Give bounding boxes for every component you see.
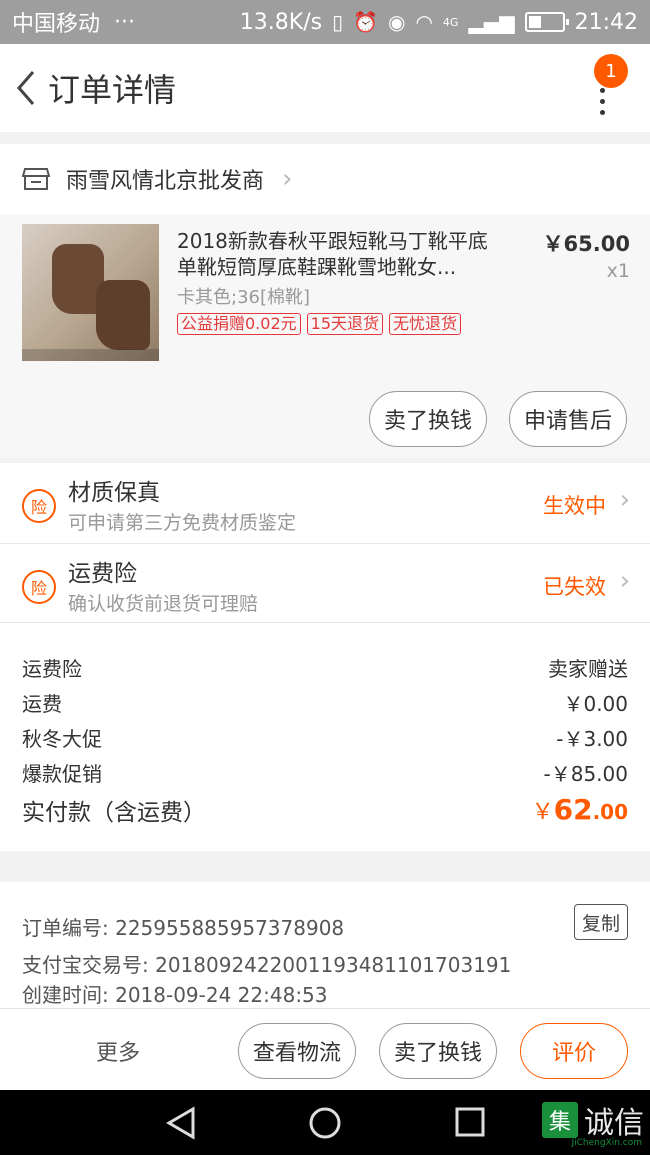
total-currency: ￥ <box>531 800 554 825</box>
total-row: 实付款（含运费） ￥62.00 <box>22 793 628 827</box>
summary-label: 爆款促销 <box>22 762 102 786</box>
back-button[interactable] <box>6 44 46 132</box>
watermark-url: JiChengXin.com <box>571 1138 642 1148</box>
shop-name: 雨雪风情北京批发商 <box>66 169 265 194</box>
nav-back-icon[interactable] <box>165 1106 197 1140</box>
summary-value: -￥85.00 <box>543 762 628 786</box>
summary-label: 秋冬大促 <box>22 727 102 751</box>
total-price: ￥62.00 <box>532 793 628 827</box>
copy-button[interactable]: 复制 <box>574 904 628 940</box>
chevron-left-icon <box>17 71 35 105</box>
insurance-title: 运费险 <box>68 561 137 587</box>
after-sale-button[interactable]: 申请售后 <box>509 391 627 447</box>
watermark-icon: 集 <box>542 1102 578 1138</box>
tag-charity: 公益捐赠0.02元 <box>177 313 301 335</box>
bottom-action-bar: 更多 查看物流 卖了换钱 评价 <box>0 1008 650 1090</box>
summary-row: 秋冬大促 -￥3.00 <box>22 723 628 752</box>
insurance-icon: 险 <box>22 570 56 604</box>
tag-15day-return: 15天退货 <box>306 313 384 335</box>
total-label: 实付款（含运费） <box>22 800 206 826</box>
nav-recents-icon[interactable] <box>454 1106 486 1138</box>
product-sku: 卡其色;36[棉靴] <box>177 287 311 308</box>
page-title: 订单详情 <box>48 71 177 109</box>
clock: 21:42 <box>574 9 638 35</box>
insurance-material[interactable]: 险 材质保真 可申请第三方免费材质鉴定 生效中 › <box>0 463 650 543</box>
alipay-number: 支付宝交易号: 2018092422001193481101703191 <box>22 953 512 977</box>
insurance-desc: 确认收货前退货可理赔 <box>68 593 259 615</box>
product-price: ￥65.00 <box>542 232 630 256</box>
product-title[interactable]: 2018新款春秋平跟短靴马丁靴平底单靴短筒厚底鞋踝靴雪地靴女... <box>177 228 507 280</box>
summary-label: 运费险 <box>22 657 82 681</box>
price-summary: 运费险 卖家赠送 运费 ￥0.00 秋冬大促 -￥3.00 爆款促销 -￥85.… <box>0 623 650 851</box>
chevron-right-icon: › <box>619 485 630 515</box>
chevron-right-icon: › <box>619 566 630 596</box>
insurance-title: 材质保真 <box>68 480 160 506</box>
summary-row: 运费 ￥0.00 <box>22 688 628 717</box>
carrier-extra: ··· <box>114 9 135 35</box>
sell-button[interactable]: 卖了换钱 <box>369 391 487 447</box>
total-decimal: .00 <box>592 800 628 824</box>
review-button[interactable]: 评价 <box>520 1023 628 1079</box>
summary-value: 卖家赠送 <box>548 657 628 681</box>
sell-for-cash-button[interactable]: 卖了换钱 <box>379 1023 497 1079</box>
insurance-shipping[interactable]: 险 运费险 确认收货前退货可理赔 已失效 › <box>0 544 650 624</box>
insurance-status: 已失效 <box>543 575 606 599</box>
summary-value: ￥0.00 <box>563 692 628 716</box>
carrier-name: 中国移动 <box>12 12 101 37</box>
store-icon <box>22 168 50 190</box>
summary-row: 爆款促销 -￥85.00 <box>22 758 628 787</box>
watermark-logo: 集 诚信 <box>542 1098 644 1142</box>
view-logistics-button[interactable]: 查看物流 <box>238 1023 356 1079</box>
more-dots-icon <box>600 88 606 118</box>
vibrate-icon: ▯ <box>332 10 344 34</box>
tag-worry-free-return: 无忧退货 <box>389 313 462 335</box>
notification-badge: 1 <box>594 54 628 88</box>
created-time: 创建时间: 2018-09-24 22:48:53 <box>22 983 328 1007</box>
insurance-status: 生效中 <box>543 494 606 518</box>
insurance-icon: 险 <box>22 489 56 523</box>
summary-row: 运费险 卖家赠送 <box>22 653 628 682</box>
product-card: 2018新款春秋平跟短靴马丁靴平底单靴短筒厚底鞋踝靴雪地靴女... 卡其色;36… <box>0 214 650 458</box>
wifi-icon: ◠ <box>415 10 433 34</box>
status-bar: 中国移动 ··· 13.8K/s ▯ ⏰ ◉ ◠ 4G ▂▄▆ 21:42 <box>0 0 650 44</box>
more-link[interactable]: 更多 <box>96 1035 140 1067</box>
system-nav-bar: 集 诚信 JiChengXin.com <box>0 1090 650 1155</box>
chevron-right-icon: › <box>282 164 293 194</box>
signal-icon: ▂▄▆ <box>468 10 515 34</box>
eye-icon: ◉ <box>388 10 406 34</box>
order-number: 订单编号: 225955885957378908 <box>22 916 345 940</box>
order-info: 订单编号: 225955885957378908 支付宝交易号: 2018092… <box>0 882 650 1008</box>
product-image[interactable] <box>22 224 159 361</box>
nav-home-icon[interactable] <box>308 1106 342 1140</box>
network-type: 4G <box>442 15 459 29</box>
shop-row[interactable]: 雨雪风情北京批发商 › <box>0 144 650 214</box>
net-speed: 13.8K/s <box>239 9 323 35</box>
summary-label: 运费 <box>22 692 62 716</box>
total-integer: 62 <box>553 793 593 826</box>
product-quantity: x1 <box>606 260 630 282</box>
service-tags: 公益捐赠0.02元 15天退货 无忧退货 <box>177 313 462 335</box>
alarm-icon: ⏰ <box>353 10 378 34</box>
app-header: 订单详情 1 <box>0 44 650 132</box>
watermark-text: 诚信 <box>584 1106 644 1141</box>
summary-value: -￥3.00 <box>556 727 628 751</box>
battery-icon <box>524 12 569 32</box>
insurance-desc: 可申请第三方免费材质鉴定 <box>68 512 297 534</box>
more-menu-button[interactable]: 1 <box>578 52 628 122</box>
